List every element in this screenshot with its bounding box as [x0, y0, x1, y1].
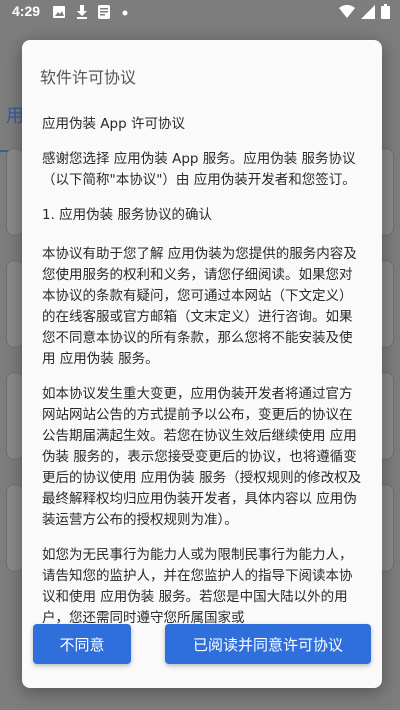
- signal-icon: [361, 4, 375, 23]
- notification-icon: [98, 5, 110, 23]
- wifi-icon: [339, 4, 355, 23]
- license-text-scroll[interactable]: 应用伪装 App 许可协议 感谢您选择 应用伪装 App 服务。应用伪装 服务协…: [42, 114, 364, 654]
- license-section-heading: 1. 应用伪装 服务协议的确认: [42, 207, 212, 223]
- agree-button[interactable]: 已阅读并同意许可协议: [165, 624, 371, 664]
- download-icon: [76, 5, 88, 23]
- dot-icon: [122, 5, 128, 23]
- status-time: 4:29: [12, 3, 41, 19]
- license-paragraph: 感谢您选择 应用伪装 App 服务。应用伪装 服务协议（以下简称"本协议"）由 …: [42, 151, 356, 188]
- license-paragraph: 如本协议发生重大变更，应用伪装开发者将通过官方网站网站公告的方式提前予以公布，变…: [42, 386, 362, 528]
- disagree-button[interactable]: 不同意: [33, 624, 131, 664]
- battery-icon: [381, 4, 390, 23]
- image-notification-icon: [52, 5, 66, 23]
- status-bar: 4:29: [0, 0, 400, 24]
- dialog-title: 软件许可协议: [40, 68, 137, 87]
- license-paragraph: 本协议有助于您了解 应用伪装为您提供的服务内容及您使用服务的权利和义务，请您仔细…: [42, 246, 357, 367]
- license-paragraph: 应用伪装 App 许可协议: [42, 116, 185, 132]
- license-paragraph: 如您为无民事行为能力人或为限制民事行为能力人，请告知您的监护人，并在您监护人的指…: [42, 547, 353, 626]
- license-dialog: 软件许可协议 应用伪装 App 许可协议 感谢您选择 应用伪装 App 服务。应…: [22, 40, 382, 688]
